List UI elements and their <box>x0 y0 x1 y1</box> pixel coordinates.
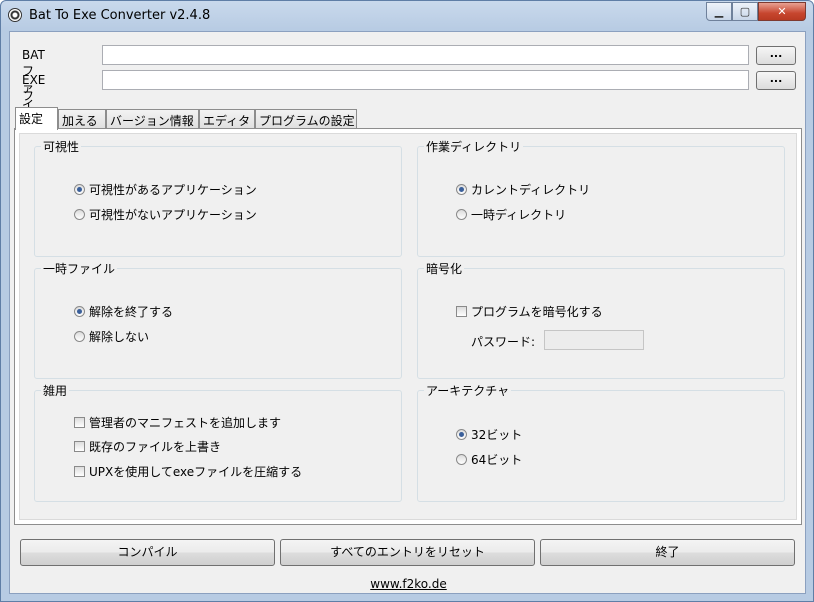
arch-32bit-radio[interactable]: 32ビット <box>456 426 522 443</box>
tab-version-info[interactable]: バージョン情報 <box>106 109 199 128</box>
settings-panel: 可視性 可視性があるアプリケーション 可視性がないアプリケーション 作業ディレク… <box>14 128 802 525</box>
checkbox-unchecked-icon <box>74 417 85 428</box>
current-dir-radio[interactable]: カレントディレクトリ <box>456 181 590 198</box>
radio-selected-icon <box>456 429 467 440</box>
radio-unselected-icon <box>456 209 467 220</box>
visible-app-radio[interactable]: 可視性があるアプリケーション <box>74 181 257 198</box>
upx-label: UPXを使用してexeファイルを圧縮する <box>89 465 303 479</box>
radio-unselected-icon <box>74 209 85 220</box>
title-bar[interactable]: Bat To Exe Converter v2.4.8 ▁ ▢ ✕ <box>1 1 813 31</box>
encryption-group: 暗号化 プログラムを暗号化する パスワード: <box>417 260 785 379</box>
misc-title: 雑用 <box>41 382 70 399</box>
visibility-title: 可視性 <box>41 138 82 155</box>
delete-on-exit-label: 解除を終了する <box>89 305 174 319</box>
exe-browse-button[interactable]: ... <box>756 71 796 90</box>
tab-settings[interactable]: 設定 <box>15 107 58 130</box>
minimize-icon: ▁ <box>714 5 724 18</box>
client-area: BATファイル ... EXEファイル ... 設定 加える バージョン情報 エ… <box>9 31 806 594</box>
temp-dir-label: 一時ディレクトリ <box>471 208 567 222</box>
admin-manifest-label: 管理者のマニフェストを追加します <box>89 416 282 430</box>
bat-browse-button[interactable]: ... <box>756 46 796 65</box>
exit-button[interactable]: 終了 <box>540 539 795 566</box>
maximize-button[interactable]: ▢ <box>732 2 758 21</box>
visible-app-label: 可視性があるアプリケーション <box>89 183 257 197</box>
encrypt-checkbox[interactable]: プログラムを暗号化する <box>456 303 603 320</box>
invisible-app-radio[interactable]: 可視性がないアプリケーション <box>74 206 257 223</box>
app-icon[interactable] <box>8 8 22 22</box>
radio-selected-icon <box>456 184 467 195</box>
app-window: Bat To Exe Converter v2.4.8 ▁ ▢ ✕ BATファイ… <box>0 0 814 602</box>
overwrite-checkbox[interactable]: 既存のファイルを上書き <box>74 438 221 455</box>
minimize-button[interactable]: ▁ <box>706 2 732 21</box>
misc-group: 雑用 管理者のマニフェストを追加します 既存のファイルを上書き UPXを使用して… <box>34 382 402 502</box>
radio-selected-icon <box>74 306 85 317</box>
tempfile-title: 一時ファイル <box>41 260 118 277</box>
admin-manifest-checkbox[interactable]: 管理者のマニフェストを追加します <box>74 414 281 431</box>
no-delete-label: 解除しない <box>89 330 150 344</box>
checkbox-unchecked-icon <box>456 306 467 317</box>
tempfile-group: 一時ファイル 解除を終了する 解除しない <box>34 260 402 379</box>
workdir-group: 作業ディレクトリ カレントディレクトリ 一時ディレクトリ <box>417 138 785 257</box>
tab-add[interactable]: 加える <box>58 109 106 128</box>
arch-64bit-label: 64ビット <box>471 453 523 467</box>
bat-file-input[interactable] <box>102 45 749 65</box>
checkbox-unchecked-icon <box>74 441 85 452</box>
arch-64bit-radio[interactable]: 64ビット <box>456 451 522 468</box>
upx-checkbox[interactable]: UPXを使用してexeファイルを圧縮する <box>74 463 302 480</box>
radio-selected-icon <box>74 184 85 195</box>
arch-32bit-label: 32ビット <box>471 428 523 442</box>
no-delete-radio[interactable]: 解除しない <box>74 328 149 345</box>
temp-dir-radio[interactable]: 一時ディレクトリ <box>456 206 566 223</box>
overwrite-label: 既存のファイルを上書き <box>89 440 222 454</box>
tab-editor[interactable]: エディタ <box>199 109 255 128</box>
compile-button[interactable]: コンパイル <box>20 539 275 566</box>
visibility-group: 可視性 可視性があるアプリケーション 可視性がないアプリケーション <box>34 138 402 257</box>
radio-unselected-icon <box>456 454 467 465</box>
close-icon: ✕ <box>777 5 787 18</box>
radio-unselected-icon <box>74 331 85 342</box>
maximize-icon: ▢ <box>739 5 751 18</box>
arch-group: アーキテクチャ 32ビット 64ビット <box>417 382 785 502</box>
encrypt-label: プログラムを暗号化する <box>471 305 603 319</box>
settings-inner: 可視性 可視性があるアプリケーション 可視性がないアプリケーション 作業ディレク… <box>19 133 797 520</box>
tab-program-settings[interactable]: プログラムの設定 <box>255 109 357 128</box>
password-label: パスワード: <box>471 335 536 349</box>
exe-file-input[interactable] <box>102 70 749 90</box>
checkbox-unchecked-icon <box>74 466 85 477</box>
current-dir-label: カレントディレクトリ <box>471 183 591 197</box>
invisible-app-label: 可視性がないアプリケーション <box>89 208 257 222</box>
window-title: Bat To Exe Converter v2.4.8 <box>29 8 211 23</box>
delete-on-exit-radio[interactable]: 解除を終了する <box>74 303 173 320</box>
encryption-title: 暗号化 <box>424 260 465 277</box>
website-link[interactable]: www.f2ko.de <box>10 577 807 591</box>
arch-title: アーキテクチャ <box>424 382 512 399</box>
reset-button[interactable]: すべてのエントリをリセット <box>280 539 535 566</box>
workdir-title: 作業ディレクトリ <box>424 138 524 155</box>
close-button[interactable]: ✕ <box>758 2 806 21</box>
password-input[interactable] <box>544 330 644 350</box>
